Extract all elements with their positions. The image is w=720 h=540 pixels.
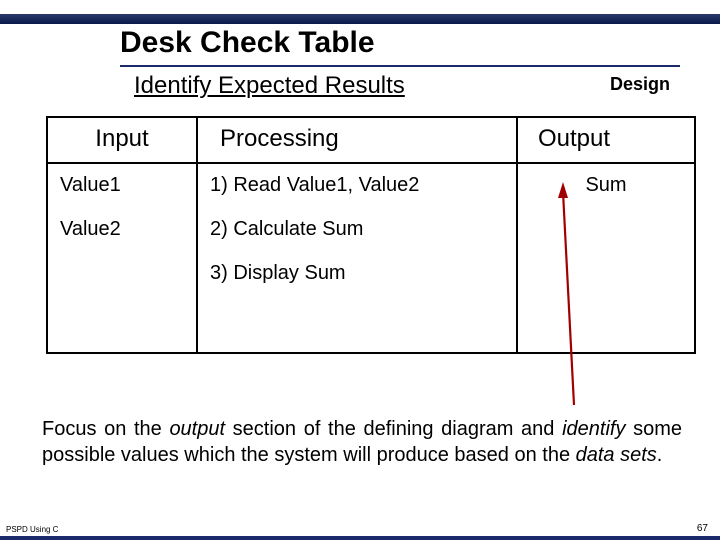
table-header-row: Input Processing Output — [47, 117, 695, 163]
slide-title: Desk Check Table — [120, 26, 375, 60]
body-text: section of the defining diagram and — [225, 418, 562, 440]
header-input: Input — [47, 117, 197, 163]
body-paragraph: Focus on the output section of the defin… — [42, 416, 682, 468]
cell-input — [47, 296, 197, 353]
footer-left: PSPD Using C — [6, 525, 58, 534]
page-number: 67 — [697, 523, 708, 534]
table-row — [47, 296, 695, 353]
table-row: Value1 1) Read Value1, Value2 Sum — [47, 163, 695, 208]
cell-processing: 2) Calculate Sum — [197, 208, 517, 252]
cell-processing — [197, 296, 517, 353]
body-text: Focus on the — [42, 418, 169, 440]
body-italic: identify — [562, 418, 625, 440]
cell-processing: 3) Display Sum — [197, 252, 517, 296]
cell-processing: 1) Read Value1, Value2 — [197, 163, 517, 208]
header-processing: Processing — [197, 117, 517, 163]
cell-output — [517, 252, 695, 296]
table-row: Value2 2) Calculate Sum — [47, 208, 695, 252]
title-underline-rule — [120, 65, 680, 67]
body-italic: data sets — [576, 444, 657, 466]
cell-output: Sum — [517, 163, 695, 208]
table-row: 3) Display Sum — [47, 252, 695, 296]
body-italic: output — [169, 418, 225, 440]
design-label: Design — [610, 74, 670, 95]
header-gradient-bar — [0, 14, 720, 24]
cell-output — [517, 208, 695, 252]
cell-input — [47, 252, 197, 296]
cell-input: Value1 — [47, 163, 197, 208]
desk-check-table: Input Processing Output Value1 1) Read V… — [46, 116, 696, 354]
footer-stripe — [0, 536, 720, 540]
header-output: Output — [517, 117, 695, 163]
body-text: . — [657, 444, 663, 466]
cell-input: Value2 — [47, 208, 197, 252]
cell-output — [517, 296, 695, 353]
slide-subtitle: Identify Expected Results — [134, 72, 405, 100]
